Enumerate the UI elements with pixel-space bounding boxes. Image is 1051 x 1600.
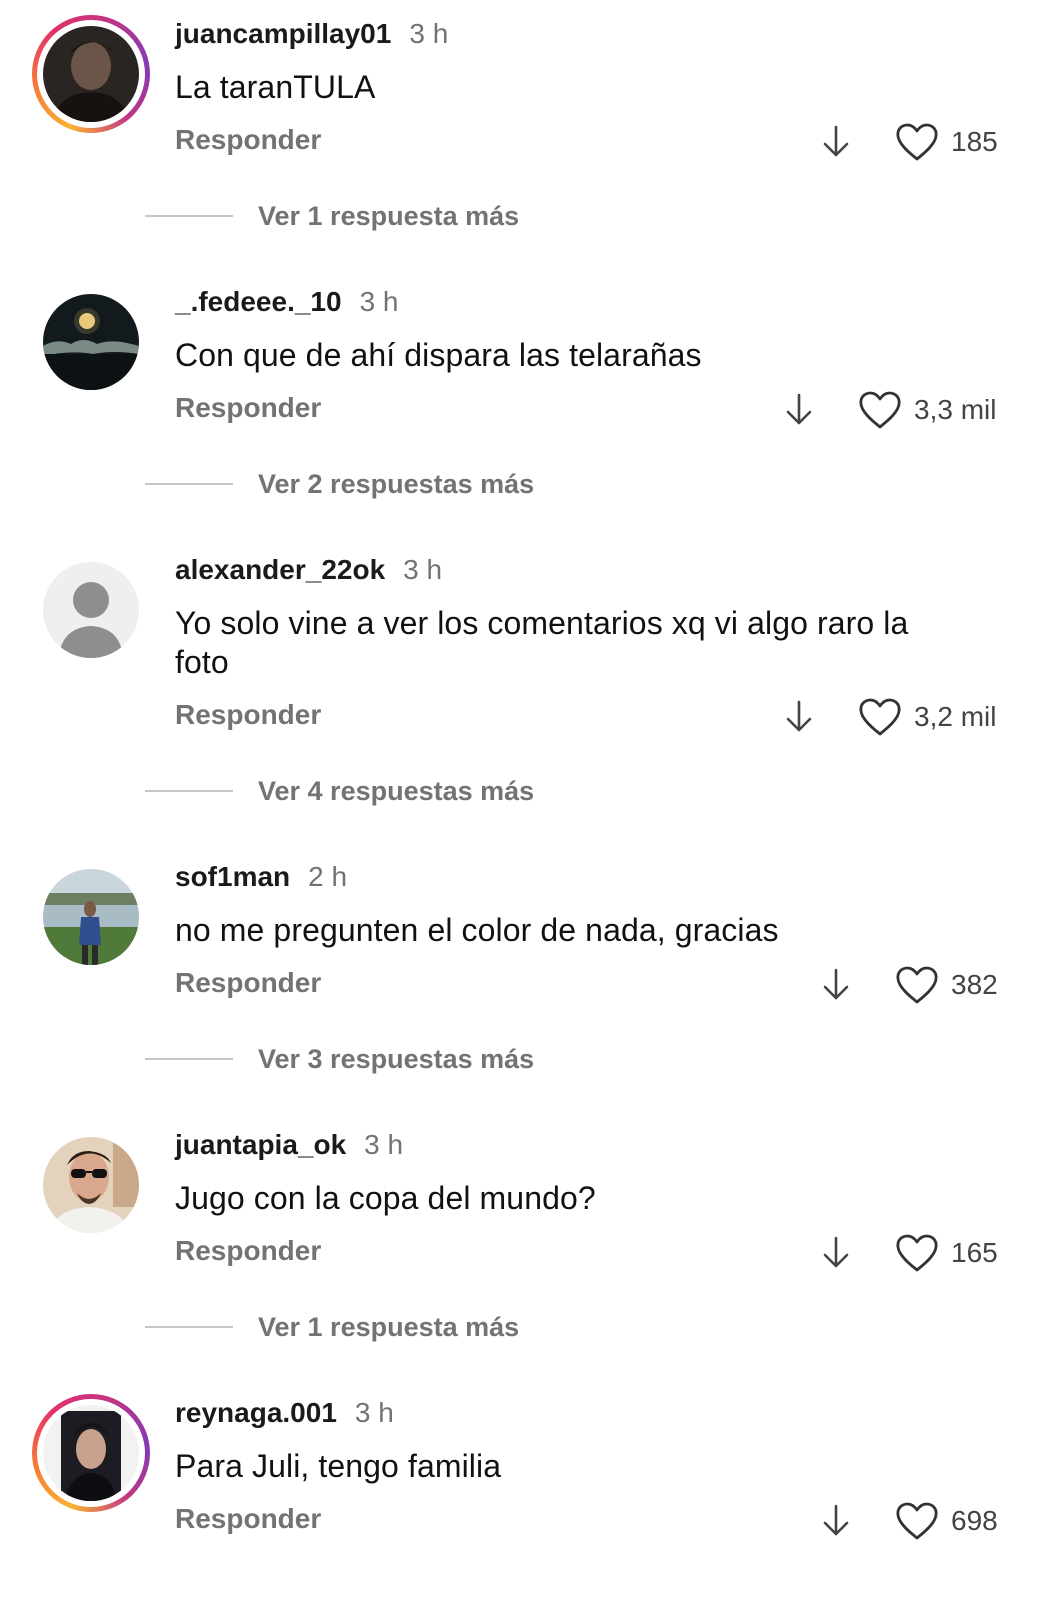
reply-button[interactable]: Responder [175,967,321,999]
divider-line [145,1058,233,1060]
comment-item: juantapia_ok 3 h Jugo con la copa del mu… [0,1111,1051,1379]
like-count: 382 [951,969,998,1000]
comment-header: reynaga.001 3 h [175,1397,394,1435]
arrow-down-icon[interactable] [821,124,851,160]
view-replies-label: Ver 3 respuestas más [258,1043,535,1074]
portrait-dark-avatar-icon [43,26,139,122]
like-button[interactable]: 185 [895,120,998,164]
like-count: 698 [951,1505,998,1536]
timestamp: 3 h [359,286,399,317]
view-replies-button[interactable]: Ver 1 respuesta más [145,199,519,233]
avatar-with-story-ring[interactable] [32,15,150,133]
view-replies-label: Ver 1 respuesta más [258,200,520,231]
like-count: 165 [951,1237,998,1268]
username[interactable]: alexander_22ok [175,554,385,586]
comment-header: alexander_22ok 3 h [175,554,442,592]
comment-text: Jugo con la copa del mundo? [175,1180,596,1216]
timestamp: 3 h [403,554,443,585]
divider-line [145,790,233,792]
timestamp: 3 h [354,1397,394,1428]
heart-outline-icon [896,1234,938,1272]
avatar[interactable] [43,562,139,658]
comment-header: _.fedeee._10 3 h [175,286,399,324]
arrow-down-icon[interactable] [821,1235,851,1271]
like-count: 3,2 mil [914,701,997,732]
like-count: 3,3 mil [914,394,997,425]
like-button[interactable]: 698 [895,1499,998,1543]
username[interactable]: juantapia_ok [175,1129,346,1161]
reply-button[interactable]: Responder [175,699,321,731]
arrow-down-icon[interactable] [784,699,814,735]
comment-text: La taranTULA [175,69,376,105]
comment-item: _.fedeee._10 3 h Con que de ahí dispara … [0,268,1051,536]
portrait-sunglasses-avatar-icon [43,1137,139,1233]
comment-text: Yo solo vine a ver los comentarios xq vi… [175,605,909,680]
view-replies-label: Ver 4 respuestas más [258,775,535,806]
comment-item: sof1man 2 h no me pregunten el color de … [0,843,1051,1111]
comment-item: reynaga.001 3 h Para Juli, tengo familia… [0,1379,1051,1600]
arrow-down-icon[interactable] [784,392,814,428]
avatar[interactable] [43,869,139,965]
reply-button[interactable]: Responder [175,1235,321,1267]
comment-header: juantapia_ok 3 h [175,1129,403,1167]
reply-button[interactable]: Responder [175,1503,321,1535]
portrait-night-avatar-icon [43,1405,139,1501]
avatar-image [43,1405,139,1501]
view-replies-button[interactable]: Ver 4 respuestas más [145,774,534,808]
divider-line [145,1326,233,1328]
arrow-down-icon[interactable] [821,1503,851,1539]
comment-text: Con que de ahí dispara las telarañas [175,337,702,373]
divider-line [145,215,233,217]
avatar[interactable] [43,294,139,390]
comment-item: alexander_22ok 3 h Yo solo vine a ver lo… [0,536,1051,806]
reply-button[interactable]: Responder [175,124,321,156]
like-count: 185 [951,126,998,157]
like-button[interactable]: 165 [895,1231,998,1275]
like-button[interactable]: 3,3 mil [858,388,996,432]
like-button[interactable]: 3,2 mil [858,695,996,739]
username[interactable]: reynaga.001 [175,1397,337,1429]
arrow-down-icon[interactable] [821,967,851,1003]
view-replies-label: Ver 1 respuesta más [258,1311,520,1342]
view-replies-button[interactable]: Ver 2 respuestas más [145,467,534,501]
heart-outline-icon [859,391,901,429]
reply-button[interactable]: Responder [175,392,321,424]
heart-outline-icon [896,123,938,161]
comment-header: sof1man 2 h [175,861,347,899]
avatar-ring-gap [37,1399,145,1507]
avatar-ring-gap [37,20,145,128]
timestamp: 3 h [409,18,449,49]
avatar-with-story-ring[interactable] [32,1394,150,1512]
view-replies-button[interactable]: Ver 3 respuestas más [145,1042,534,1076]
heart-outline-icon [859,698,901,736]
timestamp: 2 h [308,861,348,892]
timestamp: 3 h [364,1129,404,1160]
username[interactable]: sof1man [175,861,290,893]
view-replies-label: Ver 2 respuestas más [258,468,535,499]
comment-item: juancampillay01 3 h La taranTULA Respond… [0,0,1051,268]
comment-thread-list: juancampillay01 3 h La taranTULA Respond… [0,0,1051,1600]
lake-person-avatar-icon [43,869,139,965]
heart-outline-icon [896,966,938,1004]
avatar[interactable] [43,1137,139,1233]
heart-outline-icon [896,1502,938,1540]
like-button[interactable]: 382 [895,963,998,1007]
username[interactable]: _.fedeee._10 [175,286,342,318]
comment-header: juancampillay01 3 h [175,18,448,56]
avatar-image [43,26,139,122]
divider-line [145,483,233,485]
comment-text: Para Juli, tengo familia [175,1448,502,1484]
night-moon-avatar-icon [43,294,139,390]
comment-text: no me pregunten el color de nada, gracia… [175,912,779,948]
view-replies-button[interactable]: Ver 1 respuesta más [145,1310,519,1344]
username[interactable]: juancampillay01 [175,18,391,50]
default-user-avatar-icon [43,562,139,658]
